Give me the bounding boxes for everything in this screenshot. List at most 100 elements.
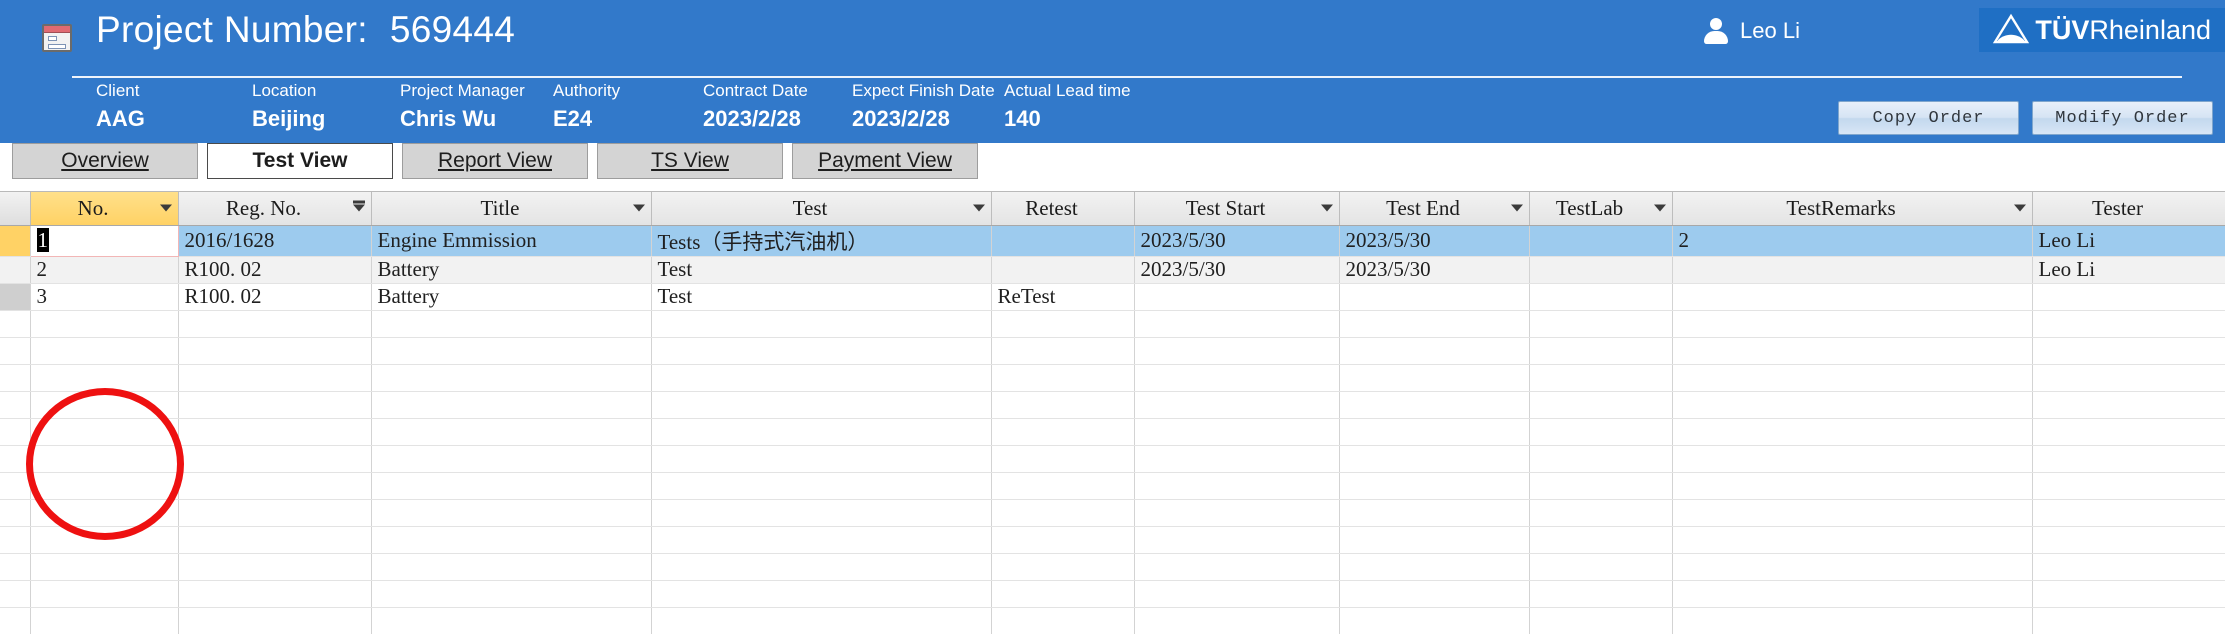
column-header-testlab[interactable]: TestLab	[1529, 192, 1673, 226]
cell-empty[interactable]	[1339, 472, 1530, 500]
cell-empty[interactable]	[1134, 445, 1340, 473]
row-selector-cell[interactable]	[0, 364, 31, 392]
cell-empty[interactable]	[991, 607, 1135, 634]
cell-tester[interactable]: Leo Li	[2032, 256, 2225, 284]
cell-test-start[interactable]	[1134, 283, 1340, 311]
table-row[interactable]	[0, 364, 2225, 392]
cell-test[interactable]: Tests（手持式汽油机）	[651, 225, 992, 257]
cell-empty[interactable]	[1134, 364, 1340, 392]
cell-empty[interactable]	[2032, 580, 2225, 608]
cell-empty[interactable]	[30, 445, 179, 473]
cell-empty[interactable]	[2032, 499, 2225, 527]
cell-empty[interactable]	[1134, 526, 1340, 554]
cell-testlab[interactable]	[1529, 283, 1673, 311]
cell-reg-no-[interactable]: R100. 02	[178, 256, 372, 284]
cell-empty[interactable]	[1672, 526, 2033, 554]
cell-retest[interactable]	[991, 225, 1135, 257]
cell-empty[interactable]	[30, 553, 179, 581]
cell-empty[interactable]	[1134, 472, 1340, 500]
row-selector-cell[interactable]	[0, 553, 31, 581]
table-row[interactable]	[0, 337, 2225, 365]
table-row[interactable]	[0, 310, 2225, 338]
cell-empty[interactable]	[1339, 391, 1530, 419]
cell-empty[interactable]	[1672, 337, 2033, 365]
cell-empty[interactable]	[1529, 418, 1673, 446]
cell-empty[interactable]	[1339, 499, 1530, 527]
cell-empty[interactable]	[1134, 337, 1340, 365]
modify-order-button[interactable]: Modify Order	[2032, 101, 2213, 135]
table-row[interactable]	[0, 391, 2225, 419]
cell-empty[interactable]	[2032, 337, 2225, 365]
cell-empty[interactable]	[1672, 364, 2033, 392]
chevron-down-icon[interactable]	[972, 204, 985, 212]
cell-empty[interactable]	[651, 553, 992, 581]
cell-testremarks[interactable]: 2	[1672, 225, 2033, 257]
table-row[interactable]: 2 R100. 02 Battery Test 2023/5/30 2023/5/30 Le…	[0, 256, 2225, 284]
filter-applied-icon[interactable]	[352, 200, 365, 212]
cell-empty[interactable]	[651, 418, 992, 446]
cell-empty[interactable]	[178, 418, 372, 446]
cell-empty[interactable]	[178, 445, 372, 473]
cell-empty[interactable]	[30, 526, 179, 554]
cell-test[interactable]: Test	[651, 256, 992, 284]
cell-test-end[interactable]	[1339, 283, 1530, 311]
cell-empty[interactable]	[1339, 607, 1530, 634]
cell-empty[interactable]	[1672, 472, 2033, 500]
table-row[interactable]: 1 2016/1628 Engine Emmission Tests（手持式汽油机） 2…	[0, 224, 2225, 257]
cell-empty[interactable]	[2032, 553, 2225, 581]
column-header-reg-no-[interactable]: Reg. No.	[178, 192, 372, 226]
cell-reg-no-[interactable]: 2016/1628	[178, 225, 372, 257]
cell-empty[interactable]	[371, 607, 652, 634]
cell-tester[interactable]	[2032, 283, 2225, 311]
cell-empty[interactable]	[2032, 418, 2225, 446]
row-selector-cell[interactable]	[0, 580, 31, 608]
cell-empty[interactable]	[651, 607, 992, 634]
table-row[interactable]	[0, 580, 2225, 608]
cell-test-end[interactable]: 2023/5/30	[1339, 225, 1530, 257]
cell-empty[interactable]	[1339, 418, 1530, 446]
cell-empty[interactable]	[1672, 607, 2033, 634]
cell-empty[interactable]	[1529, 526, 1673, 554]
cell-test-start[interactable]: 2023/5/30	[1134, 225, 1340, 257]
cell-empty[interactable]	[1134, 499, 1340, 527]
cell-empty[interactable]	[178, 580, 372, 608]
row-selector-cell[interactable]	[0, 607, 31, 634]
cell-empty[interactable]	[991, 526, 1135, 554]
cell-empty[interactable]	[178, 499, 372, 527]
cell-empty[interactable]	[371, 499, 652, 527]
cell-empty[interactable]	[1529, 472, 1673, 500]
cell-empty[interactable]	[2032, 364, 2225, 392]
cell-empty[interactable]	[651, 364, 992, 392]
cell-empty[interactable]	[371, 337, 652, 365]
cell-empty[interactable]	[1339, 310, 1530, 338]
cell-empty[interactable]	[30, 364, 179, 392]
column-header-test-end[interactable]: Test End	[1339, 192, 1530, 226]
chevron-down-icon[interactable]	[1320, 204, 1333, 212]
cell-empty[interactable]	[178, 526, 372, 554]
cell-tester[interactable]: Leo Li	[2032, 225, 2225, 257]
cell-empty[interactable]	[1529, 553, 1673, 581]
cell-empty[interactable]	[1529, 607, 1673, 634]
tab-overview[interactable]: Overview	[12, 143, 198, 179]
cell-empty[interactable]	[30, 472, 179, 500]
column-header-test-start[interactable]: Test Start	[1134, 192, 1340, 226]
row-selector-cell[interactable]	[0, 337, 31, 365]
chevron-down-icon[interactable]	[1653, 204, 1666, 212]
cell-empty[interactable]	[2032, 445, 2225, 473]
chevron-down-icon[interactable]	[159, 204, 172, 212]
row-selector-cell[interactable]	[0, 472, 31, 500]
cell-reg-no-[interactable]: R100. 02	[178, 283, 372, 311]
cell-empty[interactable]	[371, 553, 652, 581]
chevron-down-icon[interactable]	[632, 204, 645, 212]
cell-empty[interactable]	[1339, 337, 1530, 365]
cell-empty[interactable]	[1134, 310, 1340, 338]
cell-empty[interactable]	[651, 526, 992, 554]
cell-empty[interactable]	[1134, 580, 1340, 608]
cell-empty[interactable]	[30, 580, 179, 608]
table-row[interactable]	[0, 499, 2225, 527]
cell-empty[interactable]	[651, 472, 992, 500]
column-header-tester[interactable]: Tester	[2032, 192, 2225, 226]
cell-empty[interactable]	[1134, 418, 1340, 446]
cell-empty[interactable]	[991, 580, 1135, 608]
cell-empty[interactable]	[651, 337, 992, 365]
